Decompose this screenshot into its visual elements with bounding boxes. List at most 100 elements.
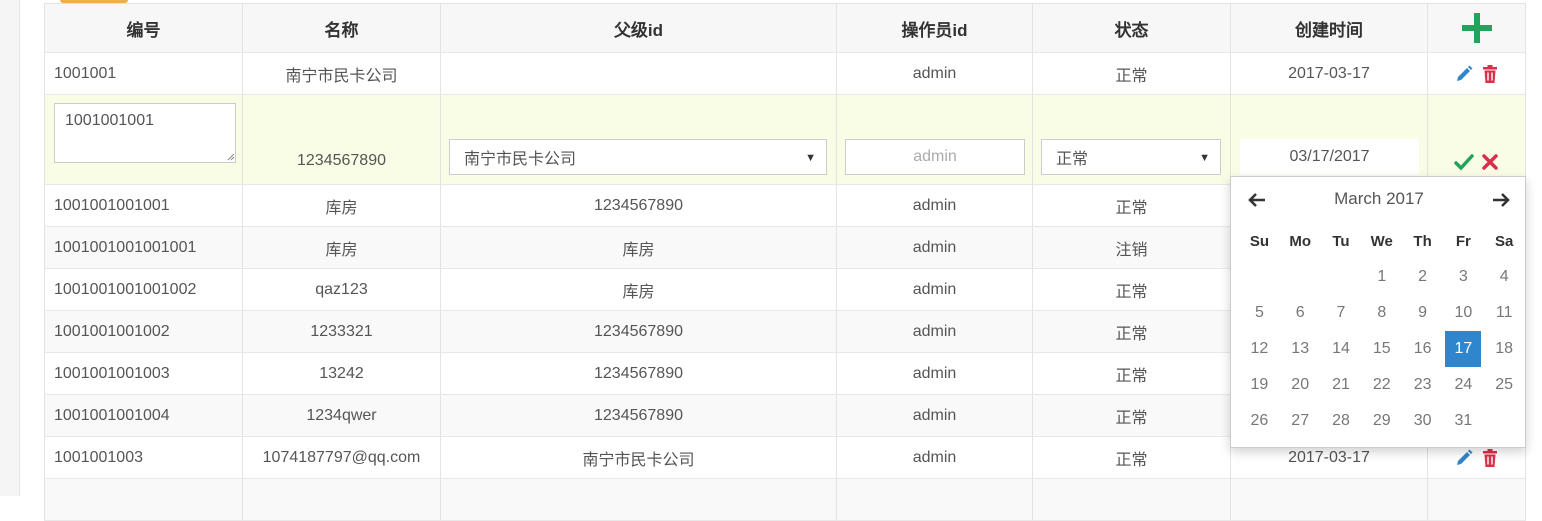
calendar-day[interactable]: 31: [1443, 403, 1484, 439]
calendar-day[interactable]: 22: [1361, 367, 1402, 403]
header-parent-id[interactable]: 父级id: [441, 4, 837, 52]
plus-icon[interactable]: [1461, 13, 1492, 43]
calendar-day[interactable]: 3: [1443, 259, 1484, 295]
edit-cell-name: 1234567890: [243, 95, 441, 184]
calendar-day[interactable]: 5: [1239, 295, 1280, 331]
operator-input[interactable]: admin: [845, 139, 1025, 175]
cell-id: [44, 479, 243, 520]
edit-row: 1001001001 1234567890 南宁市民卡公司 ▼ admin 正常…: [44, 95, 1526, 185]
table-row-partial: [44, 479, 1526, 521]
calendar-day[interactable]: 14: [1321, 331, 1362, 367]
calendar-day[interactable]: 19: [1239, 367, 1280, 403]
cell-name: 1233321: [243, 311, 441, 352]
trash-icon[interactable]: [1480, 448, 1500, 468]
name-value[interactable]: 1234567890: [297, 152, 386, 170]
weekday-label: Mo: [1289, 232, 1312, 250]
chevron-down-icon: ▼: [1199, 152, 1210, 164]
row-actions: [1428, 479, 1526, 520]
edit-cell-parent: 南宁市民卡公司 ▼: [441, 95, 837, 184]
status-select-value: 正常: [1056, 151, 1089, 168]
calendar-day[interactable]: 8: [1361, 295, 1402, 331]
calendar-day[interactable]: 12: [1239, 331, 1280, 367]
calendar-day[interactable]: 16: [1402, 331, 1443, 367]
left-sidebar: [0, 0, 20, 496]
calendar-day[interactable]: 11: [1484, 295, 1525, 331]
cell-operator: admin: [837, 53, 1033, 94]
calendar-day[interactable]: 7: [1321, 295, 1362, 331]
datepicker-title[interactable]: March 2017: [1291, 189, 1467, 209]
calendar-empty: [1484, 403, 1525, 439]
parent-select-value: 南宁市民卡公司: [464, 151, 577, 168]
header-created-time[interactable]: 创建时间: [1231, 4, 1428, 52]
calendar-day[interactable]: 27: [1280, 403, 1321, 439]
calendar-day[interactable]: 26: [1239, 403, 1280, 439]
week-row: 19 20 21 22 23 24 25: [1239, 367, 1525, 403]
status-select[interactable]: 正常 ▼: [1041, 139, 1221, 175]
weekday-label: Sa: [1495, 232, 1514, 250]
calendar-day[interactable]: 24: [1443, 367, 1484, 403]
calendar-day[interactable]: 1: [1361, 259, 1402, 295]
header-operator-id[interactable]: 操作员id: [837, 4, 1033, 52]
calendar-day[interactable]: 15: [1361, 331, 1402, 367]
calendar-day[interactable]: 9: [1402, 295, 1443, 331]
cell-name: [243, 479, 441, 520]
weekday-label: We: [1370, 232, 1393, 250]
calendar-day[interactable]: 17: [1445, 331, 1482, 367]
chevron-down-icon: ▼: [805, 152, 816, 164]
cell-operator: admin: [837, 395, 1033, 436]
check-icon[interactable]: [1453, 152, 1474, 172]
calendar-day[interactable]: 13: [1280, 331, 1321, 367]
arrow-left-icon[interactable]: [1243, 187, 1271, 213]
operator-placeholder: admin: [913, 148, 957, 165]
calendar-day[interactable]: 4: [1484, 259, 1525, 295]
id-textarea[interactable]: 1001001001: [54, 103, 236, 163]
arrow-right-icon[interactable]: [1487, 187, 1515, 213]
calendar-day[interactable]: 21: [1321, 367, 1362, 403]
cell-id: 1001001001003: [44, 353, 243, 394]
cell-name: 1234qwer: [243, 395, 441, 436]
cell-operator: admin: [837, 437, 1033, 478]
table-row: 1001001 南宁市民卡公司 admin 正常 2017-03-17: [44, 53, 1526, 95]
close-icon[interactable]: [1480, 152, 1500, 172]
cell-id: 1001001001004: [44, 395, 243, 436]
calendar-day[interactable]: 2: [1402, 259, 1443, 295]
trash-icon[interactable]: [1480, 64, 1500, 84]
datepicker-grid: Su Mo Tu We Th Fr Sa 1 2 3 4 5 6 7 8 9 10 11 12 13 14…: [1239, 223, 1525, 439]
cell-created: 2017-03-17: [1231, 53, 1428, 94]
calendar-day[interactable]: 28: [1321, 403, 1362, 439]
row-actions: [1428, 53, 1526, 94]
pencil-icon[interactable]: [1454, 448, 1474, 468]
pencil-icon[interactable]: [1454, 64, 1474, 84]
calendar-day[interactable]: 30: [1402, 403, 1443, 439]
cell-id: 1001001001002: [44, 311, 243, 352]
cell-parent: [441, 479, 837, 520]
cell-status: 正常: [1033, 353, 1231, 394]
cell-status: [1033, 479, 1231, 520]
date-input[interactable]: 03/17/2017: [1240, 139, 1419, 175]
calendar-day[interactable]: 29: [1361, 403, 1402, 439]
weekday-label: Su: [1249, 232, 1269, 250]
parent-select[interactable]: 南宁市民卡公司 ▼: [449, 139, 827, 175]
calendar-day[interactable]: 25: [1484, 367, 1525, 403]
cell-id: 1001001001001: [44, 185, 243, 226]
calendar-day[interactable]: 23: [1402, 367, 1443, 403]
edit-cell-id: 1001001001: [44, 95, 243, 184]
header-actions: [1428, 4, 1526, 52]
header-id[interactable]: 编号: [44, 4, 243, 52]
calendar-empty: [1239, 259, 1280, 295]
cell-parent: 库房: [441, 269, 837, 310]
cell-name: 库房: [243, 227, 441, 268]
cell-operator: admin: [837, 185, 1033, 226]
calendar-day[interactable]: 6: [1280, 295, 1321, 331]
cell-status: 正常: [1033, 437, 1231, 478]
header-name[interactable]: 名称: [243, 4, 441, 52]
calendar-day[interactable]: 18: [1484, 331, 1525, 367]
calendar-day[interactable]: 20: [1280, 367, 1321, 403]
resize-handle-icon[interactable]: [227, 153, 235, 161]
header-status[interactable]: 状态: [1033, 4, 1231, 52]
calendar-day[interactable]: 10: [1443, 295, 1484, 331]
week-row: 12 13 14 15 16 17 18: [1239, 331, 1525, 367]
cell-parent: [441, 53, 837, 94]
cell-operator: admin: [837, 311, 1033, 352]
table-header: 编号 名称 父级id 操作员id 状态 创建时间: [44, 3, 1526, 53]
